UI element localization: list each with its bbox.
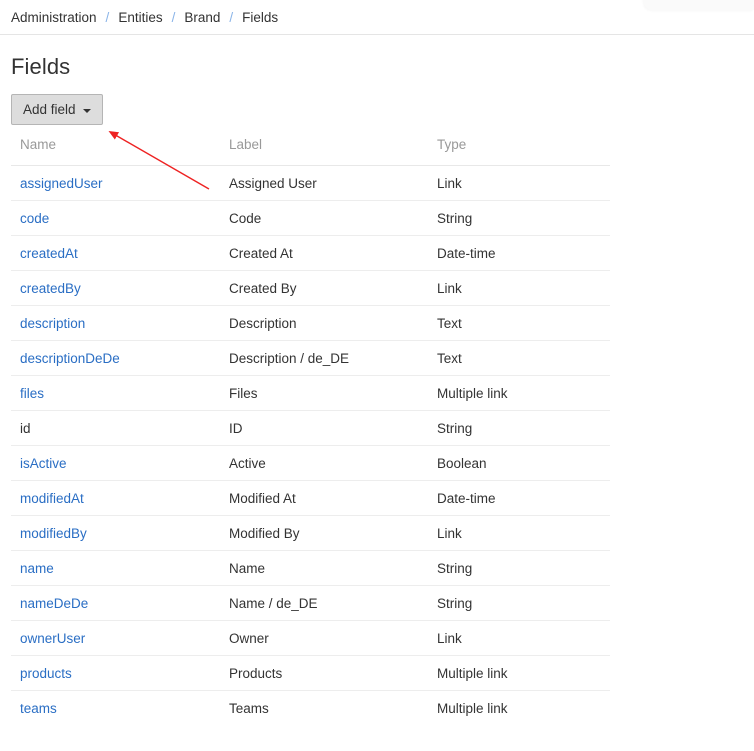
table-row: code Code String [11,200,610,236]
field-name-link[interactable]: nameDeDe [20,596,88,611]
cell-field-label: Name [220,550,428,586]
field-name-link[interactable]: code [20,211,49,226]
add-field-button-label: Add field [23,102,76,117]
table-row: teams Teams Multiple link [11,691,610,726]
field-name-link[interactable]: products [20,666,72,681]
field-name-link[interactable]: createdAt [20,246,78,261]
field-name-link[interactable]: createdBy [20,281,81,296]
breadcrumb-separator: / [171,9,176,25]
cell-field-name: assignedUser [11,165,220,201]
table-row: isActive Active Boolean [11,445,610,481]
breadcrumb-item-administration[interactable]: Administration [11,10,97,25]
cell-field-type: String [428,410,610,446]
cell-field-label: Assigned User [220,165,428,201]
cell-field-name: descriptionDeDe [11,340,220,376]
table-row: nameDeDe Name / de_DE String [11,585,610,621]
table-row: createdBy Created By Link [11,270,610,306]
cell-field-type: Multiple link [428,375,610,411]
add-field-button[interactable]: Add field [11,94,103,125]
field-name-link[interactable]: files [20,386,44,401]
cell-field-label: Products [220,655,428,691]
cell-field-type: Multiple link [437,700,508,716]
breadcrumb: Administration / Entities / Brand / Fiel… [0,0,754,35]
cell-field-label: Description [220,305,428,341]
cell-field-label: Modified At [220,480,428,516]
field-name-link[interactable]: modifiedBy [20,526,87,541]
cell-field-name: ownerUser [11,620,220,656]
table-row: createdAt Created At Date-time [11,235,610,271]
cell-field-label: Description / de_DE [220,340,428,376]
cell-field-type: Text [428,305,610,341]
cell-field-name: nameDeDe [11,585,220,621]
cell-field-label: Modified By [220,515,428,551]
cell-field-type: Link [428,515,610,551]
cell-field-name: teams [11,691,220,726]
field-name-link[interactable]: description [20,316,85,331]
field-name-link[interactable]: assignedUser [20,176,103,191]
cell-field-type: Multiple link [428,655,610,691]
column-header-name: Name [11,137,220,166]
cell-field-name: createdAt [11,235,220,271]
page-title: Fields [11,54,71,79]
cell-field-type: Link [428,165,610,201]
table-row: id ID String [11,410,610,446]
cell-field-label: Teams [229,700,269,716]
breadcrumb-item-entities[interactable]: Entities [118,10,162,25]
cell-field-label: Owner [220,620,428,656]
table-row: files Files Multiple link [11,375,610,411]
field-name-link[interactable]: name [20,561,54,576]
cell-field-type: String [428,585,610,621]
table-row: descriptionDeDe Description / de_DE Text [11,340,610,376]
cell-field-type: Date-time [428,480,610,516]
cell-field-name: products [11,655,220,691]
cell-field-type: Date-time [428,235,610,271]
cell-field-type: String [428,200,610,236]
table-row: name Name String [11,550,610,586]
field-name-link[interactable]: descriptionDeDe [20,351,120,366]
breadcrumb-item-brand[interactable]: Brand [184,10,220,25]
table-row: ownerUser Owner Link [11,620,610,656]
cell-field-type: Link [428,270,610,306]
cell-field-type: Text [428,340,610,376]
cell-field-type: String [428,550,610,586]
cell-field-label: Created By [220,270,428,306]
caret-down-icon [82,108,91,113]
cell-field-label: ID [220,410,428,446]
table-row: description Description Text [11,305,610,341]
cell-field-label: Active [220,445,428,481]
cell-field-label: Created At [220,235,428,271]
field-name-link[interactable]: isActive [20,456,67,471]
cell-field-label: Files [220,375,428,411]
cell-field-name: createdBy [11,270,220,306]
fields-table-header: Name Label Type [11,137,610,166]
table-row: modifiedBy Modified By Link [11,515,610,551]
cell-field-label: Name / de_DE [220,585,428,621]
breadcrumb-separator: / [105,9,110,25]
table-header-row: Name Label Type [11,137,610,166]
field-name-text: id [20,420,31,436]
cell-field-name: id [11,410,220,446]
cell-field-name: description [11,305,220,341]
field-name-link[interactable]: teams [20,701,57,716]
field-name-link[interactable]: ownerUser [20,631,85,646]
cell-field-name: modifiedAt [11,480,220,516]
cell-field-type: Boolean [428,445,610,481]
breadcrumb-separator: / [229,9,234,25]
cell-field-type: Link [428,620,610,656]
cell-field-name: isActive [11,445,220,481]
cell-field-name: modifiedBy [11,515,220,551]
cell-field-name: code [11,200,220,236]
cell-field-name: files [11,375,220,411]
fields-table-body: assignedUser Assigned User Link code Code Str… [11,165,610,726]
table-row: assignedUser Assigned User Link [11,165,610,201]
table-row: products Products Multiple link [11,655,610,691]
breadcrumb-item-fields[interactable]: Fields [242,10,278,25]
fields-table: Name Label Type assignedUser Assigned Use… [11,137,610,725]
column-header-label: Label [220,137,428,166]
table-row: modifiedAt Modified At Date-time [11,480,610,516]
column-header-type: Type [428,137,610,166]
cell-field-label: Code [220,200,428,236]
field-name-link[interactable]: modifiedAt [20,491,84,506]
cell-field-name: name [11,550,220,586]
